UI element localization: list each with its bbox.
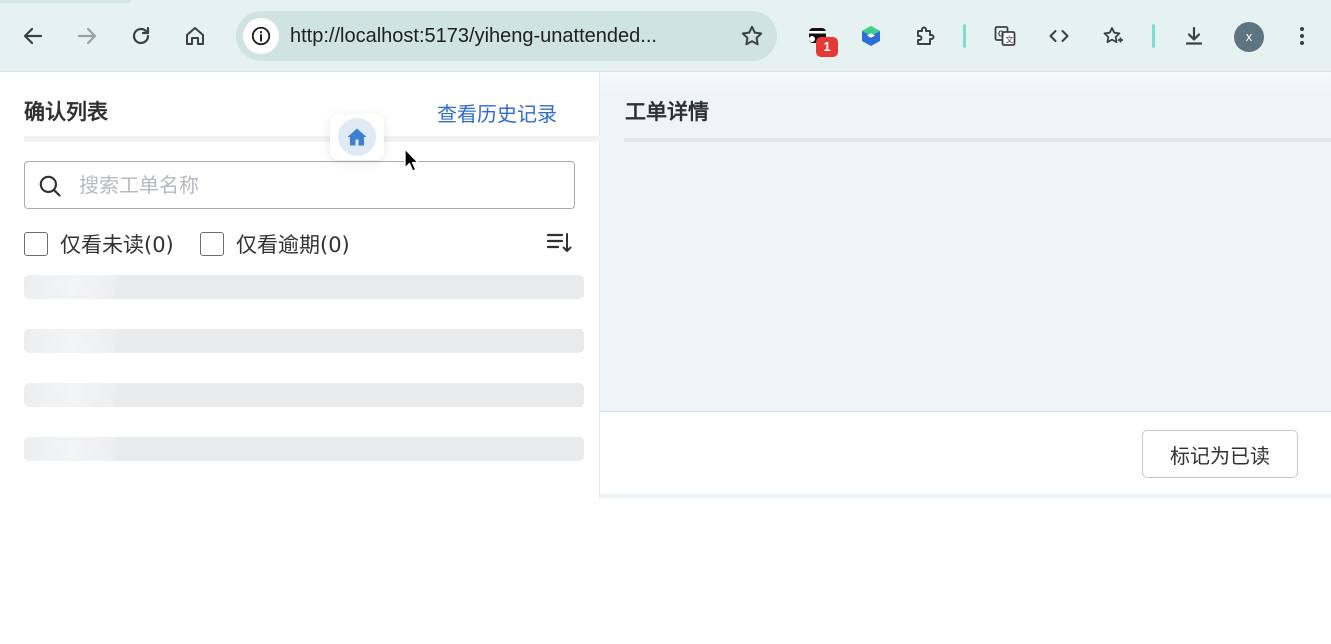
- search-icon: [39, 175, 61, 197]
- reload-icon: [132, 26, 150, 45]
- gem-extension-button[interactable]: [853, 18, 889, 54]
- skeleton-row: [24, 437, 584, 461]
- code-icon: [1049, 30, 1069, 42]
- filter-overdue[interactable]: 仅看逾期(0): [200, 229, 350, 259]
- overdue-checkbox[interactable]: [200, 232, 224, 256]
- home-button[interactable]: [177, 18, 213, 54]
- favorites-icon: [1103, 27, 1123, 43]
- search-field[interactable]: [24, 161, 575, 209]
- translate-button[interactable]: G文: [987, 18, 1023, 54]
- ticket-detail-panel: 工单详情 标记为已读: [600, 72, 1331, 498]
- download-icon: [1185, 26, 1203, 45]
- site-info-button[interactable]: [243, 18, 279, 54]
- view-history-link[interactable]: 查看历史记录: [437, 98, 557, 127]
- filter-unread-label: 仅看未读(0): [60, 233, 174, 257]
- translate-icon: G文: [994, 26, 1016, 46]
- confirm-list-panel: 确认列表 查看历史记录 仅看未读(0) 仅看逾期(0): [0, 72, 600, 498]
- detail-footer: 标记为已读: [600, 411, 1331, 498]
- search-input[interactable]: [79, 162, 559, 208]
- bookmark-star-icon[interactable]: [739, 23, 765, 49]
- detail-title: 工单详情: [625, 100, 709, 124]
- sort-icon[interactable]: [545, 229, 573, 257]
- title-divider: [624, 138, 1331, 142]
- url-text[interactable]: http://localhost:5173/yiheng-unattended.…: [290, 11, 720, 61]
- devtools-button[interactable]: [1041, 18, 1077, 54]
- forward-button[interactable]: [69, 18, 105, 54]
- skeleton-row: [24, 329, 584, 353]
- detail-content-area: 工单详情: [600, 72, 1331, 411]
- back-button[interactable]: [15, 18, 51, 54]
- title-divider: [24, 136, 600, 142]
- extensions-button[interactable]: [907, 18, 943, 54]
- panel-title: 确认列表: [24, 100, 108, 124]
- home-icon: [186, 27, 204, 45]
- mark-as-read-button[interactable]: 标记为已读: [1142, 430, 1298, 478]
- filter-unread[interactable]: 仅看未读(0): [24, 229, 174, 259]
- favorites-button[interactable]: [1095, 18, 1131, 54]
- floating-home-circle: [338, 118, 376, 156]
- floating-home-button[interactable]: [330, 114, 384, 160]
- skeleton-row: [24, 383, 584, 407]
- filter-overdue-label: 仅看逾期(0): [236, 233, 350, 257]
- reload-button[interactable]: [123, 18, 159, 54]
- svg-text:G: G: [998, 30, 1004, 39]
- back-icon: [23, 27, 43, 45]
- more-icon: [1300, 27, 1304, 45]
- profile-avatar[interactable]: x: [1234, 22, 1264, 52]
- downloads-button[interactable]: [1176, 18, 1212, 54]
- browser-toolbar: http://localhost:5173/yiheng-unattended.…: [0, 0, 1331, 72]
- notification-count-badge: 1: [816, 37, 838, 57]
- home-icon: [347, 128, 367, 146]
- toolbar-separator: [1152, 24, 1155, 48]
- toolbar-separator: [963, 24, 966, 48]
- unread-checkbox[interactable]: [24, 232, 48, 256]
- forward-icon: [77, 27, 97, 45]
- address-bar[interactable]: http://localhost:5173/yiheng-unattended.…: [236, 11, 777, 61]
- gem-extension-icon: [862, 26, 880, 46]
- skeleton-row: [24, 275, 584, 299]
- site-info-icon: [251, 26, 271, 46]
- puzzle-icon: [917, 26, 935, 45]
- mouse-cursor-icon: [404, 148, 419, 172]
- svg-text:文: 文: [1006, 35, 1014, 45]
- browser-menu-button[interactable]: [1284, 18, 1320, 54]
